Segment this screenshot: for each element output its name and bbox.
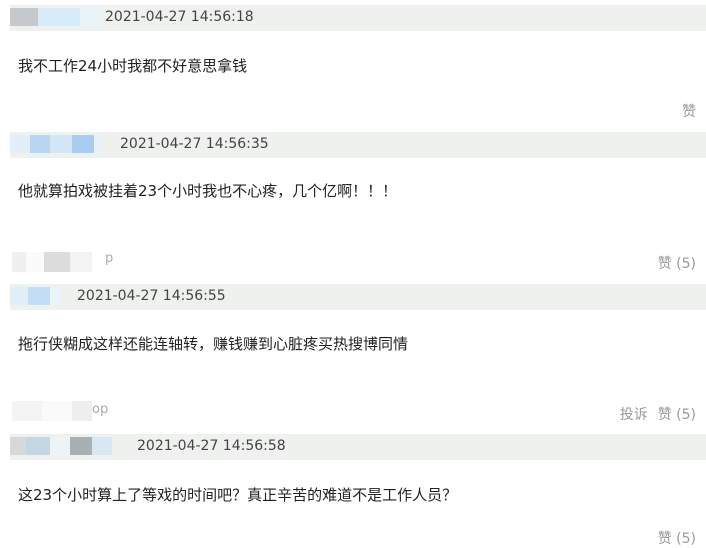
username-blurred[interactable]	[10, 287, 60, 305]
app-source-text: op	[92, 402, 109, 417]
comment-actions: 赞 (5)	[658, 528, 696, 548]
app-source-blurred	[12, 401, 92, 421]
comment-timestamp: 2021-04-27 14:56:35	[120, 136, 269, 152]
like-button[interactable]: 赞 (5)	[658, 528, 696, 548]
comment-header: 2021-04-27 14:56:35	[10, 132, 706, 158]
username-blurred[interactable]	[10, 8, 100, 26]
like-button[interactable]: 赞	[682, 101, 696, 121]
like-button[interactable]: 赞 (5)	[658, 253, 696, 273]
comment-header: 2021-04-27 14:56:55	[10, 284, 706, 310]
username-blurred[interactable]	[10, 437, 112, 455]
username-blurred[interactable]	[10, 135, 100, 153]
comment-text: 拖行侠糊成这样还能连轴转，赚钱赚到心脏疼买热搜博同情	[18, 335, 409, 353]
comment-header: 2021-04-27 14:56:58	[10, 434, 706, 460]
comment-actions: 赞	[682, 101, 696, 121]
report-button[interactable]: 投诉	[620, 404, 648, 424]
comment-timestamp: 2021-04-27 14:56:55	[77, 288, 226, 304]
comment-timestamp: 2021-04-27 14:56:58	[137, 438, 286, 454]
comment-text: 我不工作24小时我都不好意思拿钱	[18, 57, 248, 75]
comment-actions: 赞 (5)	[658, 253, 696, 273]
comment-text: 他就算拍戏被挂着23个小时我也不心疼，几个亿啊！！！	[18, 182, 398, 200]
app-source-text: p	[105, 251, 114, 266]
comment-text: 这23个小时算上了等戏的时间吧？真正辛苦的难道不是工作人员？	[18, 486, 458, 504]
like-button[interactable]: 赞 (5)	[658, 404, 696, 424]
comment-timestamp: 2021-04-27 14:56:18	[105, 9, 254, 25]
app-source-blurred	[12, 252, 92, 272]
comment-actions: 投诉 赞 (5)	[620, 404, 696, 424]
comment-header: 2021-04-27 14:56:18	[10, 5, 706, 31]
